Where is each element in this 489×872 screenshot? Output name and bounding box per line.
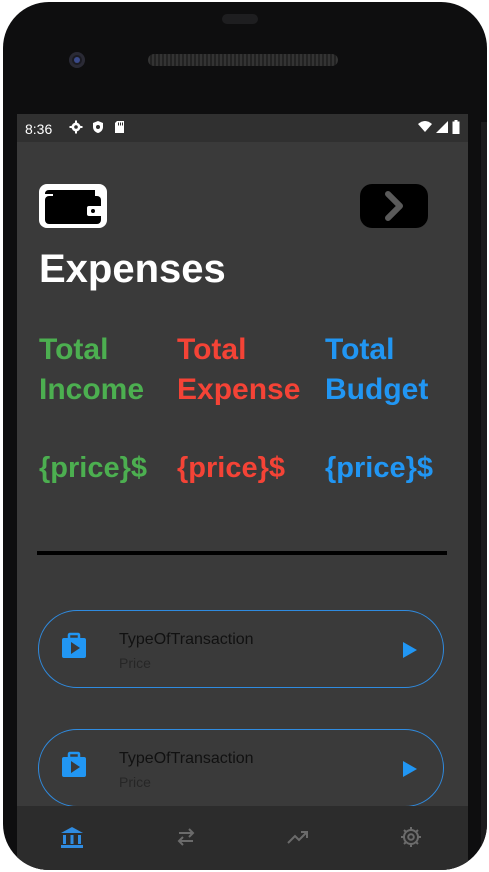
phone-frame: 8:36 Expenses Total Income Total Expense… — [3, 2, 487, 870]
gear-icon[interactable] — [398, 824, 424, 850]
play-arrow-icon[interactable] — [401, 640, 419, 660]
status-system-icons — [418, 120, 460, 134]
total-expense-label: Total Expense — [177, 333, 301, 406]
status-notification-icons — [69, 120, 127, 134]
next-button[interactable] — [360, 184, 428, 228]
play-arrow-icon[interactable] — [401, 759, 419, 779]
transaction-price: Price — [119, 774, 151, 790]
trending-up-icon[interactable] — [285, 824, 311, 850]
bottom-navigation — [17, 806, 468, 870]
shield-icon — [93, 121, 103, 133]
transaction-type: TypeOfTransaction — [119, 750, 254, 767]
wallet-button[interactable] — [39, 184, 107, 228]
front-camera — [69, 52, 85, 68]
total-expense-value: {price}$ — [177, 452, 286, 484]
transaction-price: Price — [119, 655, 151, 671]
briefcase-play-icon — [62, 751, 86, 777]
page-title: Expenses — [39, 247, 226, 291]
phone-top-speaker — [222, 14, 258, 24]
phone-earpiece — [148, 54, 338, 66]
chevron-right-icon — [385, 191, 403, 221]
total-income-value: {price}$ — [39, 452, 148, 484]
cell-signal-icon — [436, 121, 448, 133]
briefcase-play-icon — [62, 632, 86, 658]
transaction-card[interactable]: TypeOfTransaction Price — [38, 610, 444, 688]
gear-small-icon — [69, 120, 83, 134]
wallet-icon — [45, 190, 103, 224]
sd-card-icon — [115, 121, 124, 133]
total-income-label: Total Income — [39, 333, 145, 406]
transaction-card[interactable]: TypeOfTransaction Price — [38, 729, 444, 807]
status-bar: 8:36 — [17, 114, 468, 142]
section-divider — [37, 551, 447, 555]
wifi-icon — [418, 121, 432, 132]
bank-icon[interactable] — [59, 824, 85, 850]
status-time: 8:36 — [25, 121, 53, 137]
transaction-type: TypeOfTransaction — [119, 631, 254, 648]
total-budget-value: {price}$ — [325, 452, 434, 484]
total-budget-label: Total Budget — [325, 333, 429, 406]
app-screen: 8:36 Expenses Total Income Total Expense… — [17, 114, 468, 870]
battery-icon — [452, 120, 460, 134]
swap-icon[interactable] — [173, 824, 199, 850]
